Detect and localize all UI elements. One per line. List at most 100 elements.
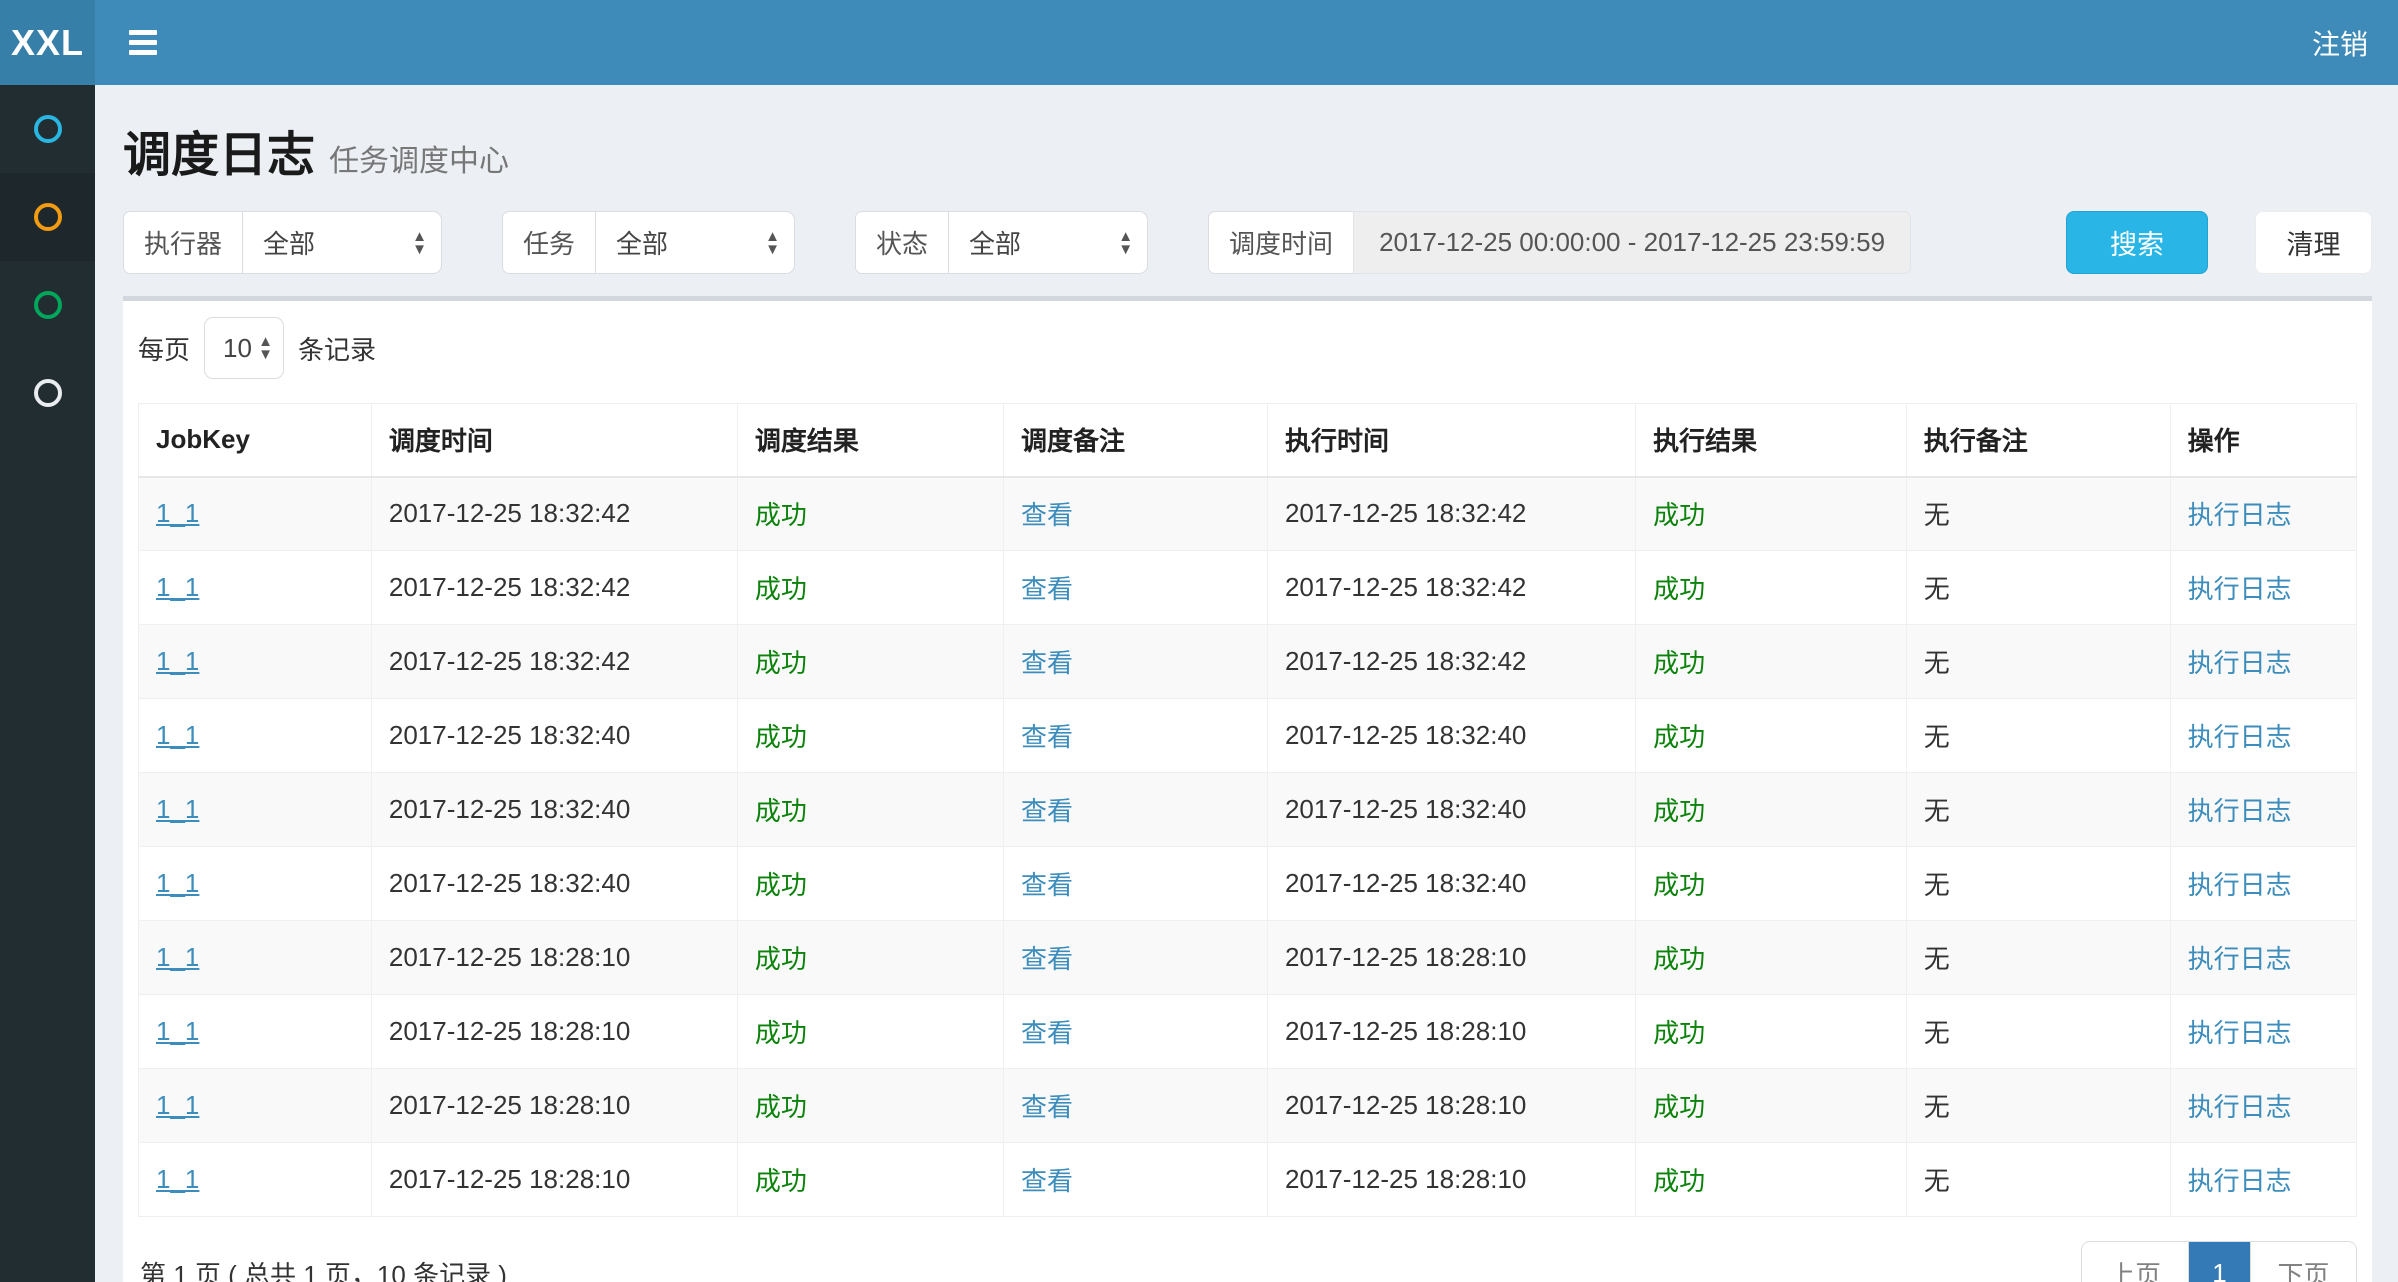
- handle-msg-cell: 无: [1906, 551, 2170, 625]
- search-button[interactable]: 搜索: [2066, 211, 2208, 274]
- pagination: 上页 1 下页: [2081, 1241, 2357, 1282]
- main-content: 调度日志 任务调度中心 执行器 全部 ▲▼ 任务 全部 ▲▼ 状态 全部 ▲▼: [95, 0, 2398, 1282]
- clear-button[interactable]: 清理: [2255, 211, 2372, 274]
- status-select[interactable]: 全部 ▲▼: [948, 211, 1148, 274]
- log-table-row: 1_1 2017-12-25 18:32:42 成功 查看 2017-12-25…: [139, 477, 2357, 551]
- jobkey-link[interactable]: 1_1: [156, 498, 199, 528]
- select-stepper-icon: ▲▼: [765, 230, 780, 256]
- jobkey-link[interactable]: 1_1: [156, 646, 199, 676]
- log-table-row: 1_1 2017-12-25 18:32:40 成功 查看 2017-12-25…: [139, 847, 2357, 921]
- col-trigger-result: 调度结果: [737, 404, 1003, 477]
- sidebar-toggle-button[interactable]: [119, 20, 167, 65]
- page-title: 调度日志 任务调度中心: [123, 115, 2372, 185]
- trigger-result-cell: 成功: [737, 1069, 1003, 1143]
- executor-filter-group: 执行器 全部 ▲▼: [123, 211, 442, 274]
- handle-time-cell: 2017-12-25 18:28:10: [1267, 1069, 1635, 1143]
- trigger-msg-link[interactable]: 查看: [1021, 1166, 1073, 1196]
- exec-log-link[interactable]: 执行日志: [2188, 574, 2292, 604]
- exec-log-link[interactable]: 执行日志: [2188, 870, 2292, 900]
- table-footer: 第 1 页 ( 总共 1 页，10 条记录 ) 上页 1 下页: [138, 1217, 2357, 1282]
- content-header: 调度日志 任务调度中心: [123, 85, 2372, 211]
- jobkey-link[interactable]: 1_1: [156, 1164, 199, 1194]
- per-page-suffix: 条记录: [298, 330, 376, 367]
- log-table-row: 1_1 2017-12-25 18:32:42 成功 查看 2017-12-25…: [139, 625, 2357, 699]
- trigger-time-cell: 2017-12-25 18:32:40: [371, 847, 737, 921]
- logo-text: XXL: [11, 22, 84, 64]
- select-stepper-icon: ▲▼: [412, 230, 427, 256]
- handle-msg-cell: 无: [1906, 477, 2170, 551]
- handle-time-cell: 2017-12-25 18:32:42: [1267, 477, 1635, 551]
- sidebar-item-3[interactable]: [0, 261, 95, 349]
- trigger-msg-link[interactable]: 查看: [1021, 870, 1073, 900]
- jobkey-link[interactable]: 1_1: [156, 1016, 199, 1046]
- per-page-select[interactable]: 10 ▲▼: [204, 317, 284, 379]
- col-handle-result: 执行结果: [1636, 404, 1907, 477]
- trigger-msg-link[interactable]: 查看: [1021, 1018, 1073, 1048]
- handle-time-cell: 2017-12-25 18:28:10: [1267, 995, 1635, 1069]
- handle-time-cell: 2017-12-25 18:32:40: [1267, 699, 1635, 773]
- trigger-msg-link[interactable]: 查看: [1021, 500, 1073, 530]
- log-table-row: 1_1 2017-12-25 18:28:10 成功 查看 2017-12-25…: [139, 1143, 2357, 1217]
- trigger-time-cell: 2017-12-25 18:28:10: [371, 1069, 737, 1143]
- job-filter-group: 任务 全部 ▲▼: [502, 211, 795, 274]
- page-title-text: 调度日志: [123, 115, 315, 185]
- jobkey-link[interactable]: 1_1: [156, 720, 199, 750]
- trigger-msg-link[interactable]: 查看: [1021, 574, 1073, 604]
- trigger-time-cell: 2017-12-25 18:32:40: [371, 773, 737, 847]
- sidebar-item-4[interactable]: [0, 349, 95, 437]
- trigger-result-cell: 成功: [737, 551, 1003, 625]
- handle-time-cell: 2017-12-25 18:32:42: [1267, 551, 1635, 625]
- handle-time-cell: 2017-12-25 18:32:40: [1267, 847, 1635, 921]
- select-stepper-icon: ▲▼: [1118, 230, 1133, 256]
- current-page-button[interactable]: 1: [2188, 1242, 2250, 1282]
- circle-o-icon: [34, 291, 62, 319]
- jobkey-link[interactable]: 1_1: [156, 1090, 199, 1120]
- exec-log-link[interactable]: 执行日志: [2188, 1166, 2292, 1196]
- trigger-time-cell: 2017-12-25 18:28:10: [371, 995, 737, 1069]
- jobkey-link[interactable]: 1_1: [156, 942, 199, 972]
- handle-msg-cell: 无: [1906, 847, 2170, 921]
- sidebar-item-1[interactable]: [0, 85, 95, 173]
- schedule-time-label: 调度时间: [1208, 211, 1353, 274]
- handle-time-cell: 2017-12-25 18:28:10: [1267, 921, 1635, 995]
- logout-link[interactable]: 注销: [2312, 23, 2368, 63]
- sidebar-item-2[interactable]: [0, 173, 95, 261]
- schedule-time-range-input[interactable]: 2017-12-25 00:00:00 - 2017-12-25 23:59:5…: [1353, 211, 1911, 274]
- trigger-time-cell: 2017-12-25 18:28:10: [371, 1143, 737, 1217]
- exec-log-link[interactable]: 执行日志: [2188, 1092, 2292, 1122]
- handle-result-cell: 成功: [1636, 995, 1907, 1069]
- handle-msg-cell: 无: [1906, 699, 2170, 773]
- trigger-msg-link[interactable]: 查看: [1021, 722, 1073, 752]
- trigger-msg-link[interactable]: 查看: [1021, 944, 1073, 974]
- job-select[interactable]: 全部 ▲▼: [595, 211, 795, 274]
- jobkey-link[interactable]: 1_1: [156, 572, 199, 602]
- trigger-result-cell: 成功: [737, 847, 1003, 921]
- trigger-msg-link[interactable]: 查看: [1021, 1092, 1073, 1122]
- trigger-result-cell: 成功: [737, 995, 1003, 1069]
- exec-log-link[interactable]: 执行日志: [2188, 648, 2292, 678]
- executor-select[interactable]: 全部 ▲▼: [242, 211, 442, 274]
- trigger-time-cell: 2017-12-25 18:32:40: [371, 699, 737, 773]
- jobkey-link[interactable]: 1_1: [156, 868, 199, 898]
- trigger-msg-link[interactable]: 查看: [1021, 648, 1073, 678]
- circle-o-icon: [34, 203, 62, 231]
- exec-log-link[interactable]: 执行日志: [2188, 500, 2292, 530]
- next-page-button[interactable]: 下页: [2250, 1242, 2356, 1282]
- navbar-main: 注销: [95, 0, 2398, 85]
- handle-msg-cell: 无: [1906, 625, 2170, 699]
- handle-time-cell: 2017-12-25 18:32:40: [1267, 773, 1635, 847]
- exec-log-link[interactable]: 执行日志: [2188, 1018, 2292, 1048]
- jobkey-link[interactable]: 1_1: [156, 794, 199, 824]
- log-table-row: 1_1 2017-12-25 18:32:40 成功 查看 2017-12-25…: [139, 773, 2357, 847]
- exec-log-link[interactable]: 执行日志: [2188, 722, 2292, 752]
- trigger-msg-link[interactable]: 查看: [1021, 796, 1073, 826]
- handle-result-cell: 成功: [1636, 625, 1907, 699]
- handle-result-cell: 成功: [1636, 1143, 1907, 1217]
- app-logo[interactable]: XXL: [0, 0, 95, 85]
- exec-log-link[interactable]: 执行日志: [2188, 796, 2292, 826]
- trigger-result-cell: 成功: [737, 921, 1003, 995]
- trigger-result-cell: 成功: [737, 773, 1003, 847]
- handle-msg-cell: 无: [1906, 1143, 2170, 1217]
- exec-log-link[interactable]: 执行日志: [2188, 944, 2292, 974]
- prev-page-button[interactable]: 上页: [2082, 1242, 2188, 1282]
